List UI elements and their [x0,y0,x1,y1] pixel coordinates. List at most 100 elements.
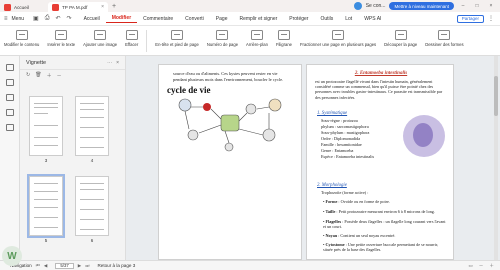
back-to-page-link[interactable]: Retour à la page 3 [97,263,135,268]
draw-shapes-button[interactable]: Dessiner des formes [425,30,464,47]
page2-title: 2. Entamoeba intestinalis [354,71,408,76]
morphology-subtitle: Trophozoïte (forme active) : [321,190,369,195]
comment-panel-icon[interactable] [5,94,14,101]
page1-top-text: source d'eau ou d'aliments. Ces kystes p… [173,71,284,82]
save-icon[interactable]: ▣ [33,15,39,22]
tab-file[interactable]: TP PA M.pdf × [48,2,108,12]
menu-bar: ≡ Menu ▣ ⎙ ↶ ↷ Accueil Modifier Commenta… [0,12,500,26]
section-morphologie: 2. Morphologie [317,183,347,188]
share-button[interactable]: Partager [456,14,484,23]
delete-page-icon[interactable]: 🗑 [35,72,41,78]
undo-icon[interactable]: ↶ [56,15,61,22]
document-view[interactable]: source d'eau ou d'aliments. Ces kystes p… [126,56,500,260]
thumbnail-page-number: 5 [44,238,48,243]
classification-item: Espèce : Entamoeba intestinalis [321,154,375,159]
account-label[interactable]: Se con... [366,3,386,9]
watermark-button[interactable]: Filigrane [276,30,292,47]
zoom-out-thumb-icon[interactable]: － [57,72,62,79]
thumbnail-panel-icon[interactable] [5,64,14,71]
tab-home-label: Accueil [14,4,29,10]
thumbnail-page-number: 4 [90,158,94,163]
add-image-button[interactable]: Ajouter une image [83,30,117,47]
panel-options-icon[interactable]: ⋯ [107,60,112,66]
thumbnail-tools: ↻ 🗑 ＋ － [20,70,125,80]
menu-accueil[interactable]: Accueil [78,16,106,22]
view-mode-icon[interactable]: ▭ [468,263,472,269]
menu-page[interactable]: Page [210,16,234,22]
left-icon-rail [0,56,20,260]
more-icon[interactable]: ⋮ [488,15,494,22]
edit-toolbar: Modifier le contenu Insérer le texte Ajo… [0,26,500,56]
redo-icon[interactable]: ↷ [67,15,72,22]
panel-close-icon[interactable]: × [116,60,119,66]
classification-item: phylum : sarcomastigophora [321,124,369,129]
close-window-icon[interactable]: × [486,3,496,9]
menu-outils[interactable]: Outils [314,16,339,22]
morphology-bullet: • Noyau : Contient un seul noyau excentr… [323,233,396,238]
section-systematique: 1. Systématique [317,111,348,116]
thumbnail-page-selected[interactable]: 5 [27,174,65,243]
insert-page-icon[interactable]: ＋ [47,72,52,79]
hamburger-icon[interactable]: ≡ [4,16,8,22]
thumbnail-page-number: 3 [44,158,48,163]
print-icon[interactable]: ⎙ [45,15,50,22]
image-icon [94,30,107,40]
classification-item: Genre : Entamoeba [321,148,354,153]
thumbnail-page[interactable]: 4 [75,96,109,163]
minimize-icon[interactable]: – [458,3,468,9]
watermark-icon [277,30,290,40]
document-page-right: 2. Entamoeba intestinalis est un protozo… [306,64,454,260]
menu-proteger[interactable]: Protéger [283,16,314,22]
bookmark-icon[interactable] [5,79,14,86]
status-bar: Navigation ⏮ ◀ 5/37 ▶ ⏭ Retour à la page… [0,260,500,270]
tab-file-label: TP PA M.pdf [62,4,88,10]
upgrade-button[interactable]: Mettre à niveau maintenant [389,2,454,10]
page1-heading: cycle de vie [167,85,211,95]
menu-converti[interactable]: Converti [179,16,210,22]
vertical-scrollbar[interactable] [494,56,498,260]
menu-button[interactable]: Menu [12,16,25,22]
page2-intro: est un protozoaire flagellé vivant dans … [315,79,443,100]
thumbnail-panel: Vignette ⋯ × ↻ 🗑 ＋ － 3 4 5 6 [20,56,126,260]
edit-content-button[interactable]: Modifier le contenu [4,30,39,47]
crop-icon [394,30,407,40]
thumbnail-page[interactable]: 6 [75,176,109,243]
menu-modifier[interactable]: Modifier [105,15,138,23]
close-tab-icon[interactable]: × [101,4,104,10]
insert-text-button[interactable]: Insérer le texte [47,30,75,47]
menu-wps-ai[interactable]: WPS AI [358,16,387,22]
avatar[interactable] [353,2,362,10]
header-footer-button[interactable]: En-tête et pied de page [155,30,199,47]
crop-page-button[interactable]: Découper la page [384,30,417,47]
tab-home[interactable]: Accueil [0,2,44,12]
page-number-input[interactable]: 5/37 [55,262,74,269]
split-page-button[interactable]: Fractionner une page en plusieurs pages [300,30,376,47]
menu-commentaire[interactable]: Commentaire [137,16,179,22]
morphology-bullet: • Taille : Petit protozoaire mesurant en… [323,209,435,214]
pdf-icon [52,3,59,11]
erase-button[interactable]: Effacer [125,30,138,47]
zoom-in-icon[interactable]: ＋ [489,263,494,269]
maximize-icon[interactable]: □ [472,3,482,9]
document-page-left: source d'eau ou d'aliments. Ces kystes p… [158,64,302,260]
page-number-button[interactable]: Numéro de page [207,30,238,47]
last-page-icon[interactable]: ⏭ [85,263,89,268]
eraser-icon [125,30,138,40]
menu-remplir-signer[interactable]: Remplir et signer [233,16,283,22]
next-page-icon[interactable]: ▶ [78,263,82,269]
prev-page-icon[interactable]: ◀ [44,263,48,269]
new-tab-icon[interactable]: + [112,3,116,10]
scrollbar-thumb[interactable] [494,76,498,116]
first-page-icon[interactable]: ⏮ [36,263,40,268]
morphology-bullet: • Cytostome : Une petite ouverture bucca… [323,242,439,253]
split-page-icon [332,30,345,40]
rotate-icon[interactable]: ↻ [26,72,30,78]
edit-content-icon [15,30,28,40]
attachment-icon[interactable] [5,109,14,116]
search-icon[interactable] [5,124,14,131]
thumbnail-page[interactable]: 3 [29,96,63,163]
background-button[interactable]: Arrière-plan [246,30,268,47]
morphology-bullet: • Flagelles : Possède deux flagelles : u… [323,219,446,230]
zoom-out-icon[interactable]: － [479,263,484,269]
menu-lot[interactable]: Lot [339,16,358,22]
